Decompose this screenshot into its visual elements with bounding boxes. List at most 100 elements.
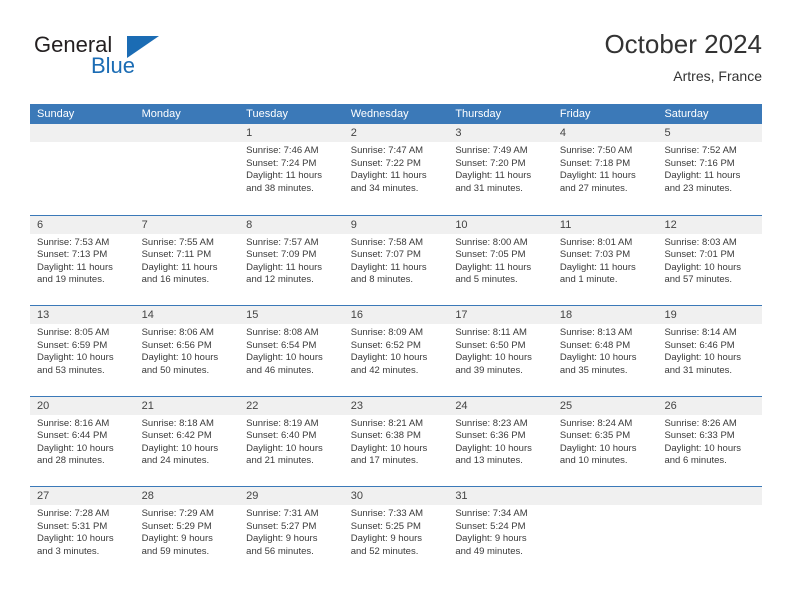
- sunrise-text: Sunrise: 8:01 AM: [559, 236, 633, 248]
- sunrise-text: Sunrise: 7:46 AM: [246, 145, 319, 156]
- sunset-text: Sunset: 6:36 PM: [455, 430, 526, 442]
- calendar-day-cell[interactable]: 21 Sunrise: 8:18 AM Sunset: 6:42 PM Dayligh…: [134, 396, 240, 486]
- sunset-text: Sunset: 7:20 PM: [455, 157, 526, 169]
- sunset-text: Sunset: 5:29 PM: [141, 520, 212, 532]
- calendar-day-cell[interactable]: 29 Sunrise: 7:31 AM Sunset: 5:27 PM Dayligh…: [239, 487, 344, 577]
- day-sun-info: Sunrise: 7:47 AM Sunset: 7:22 PM Daylight:…: [344, 142, 449, 195]
- day-number: 15: [239, 306, 344, 324]
- daylight-text-line1: Daylight: 10 hours: [350, 352, 428, 364]
- page-title: October 2024: [604, 29, 762, 59]
- sunset-text: Sunset: 6:50 PM: [455, 339, 526, 351]
- daylight-text-line2: and 3 minutes.: [37, 545, 100, 557]
- daylight-text-line1: Daylight: 11 hours: [559, 261, 636, 273]
- calendar-day-cell[interactable]: 25 Sunrise: 8:24 AM Sunset: 6:35 PM Dayligh…: [552, 396, 658, 486]
- day-sun-info: Sunrise: 7:55 AM Sunset: 7:11 PM Daylight:…: [135, 234, 240, 287]
- calendar-day-cell[interactable]: 7 Sunrise: 7:55 AM Sunset: 7:11 PM Daylight…: [134, 215, 240, 305]
- day-number: 17: [448, 306, 553, 324]
- sunset-text: Sunset: 7:05 PM: [455, 249, 526, 261]
- sunrise-text: Sunrise: 8:06 AM: [141, 327, 214, 338]
- calendar-day-cell[interactable]: 8 Sunrise: 7:57 AM Sunset: 7:09 PM Daylight…: [239, 215, 344, 305]
- calendar-day-cell[interactable]: 18 Sunrise: 8:13 AM Sunset: 6:48 PM Dayligh…: [552, 306, 658, 396]
- weekday-header-thursday: Thursday: [455, 108, 502, 120]
- calendar-day-cell[interactable]: 16 Sunrise: 8:09 AM Sunset: 6:52 PM Dayligh…: [343, 306, 449, 396]
- daylight-text-line1: Daylight: 10 hours: [350, 442, 428, 454]
- day-sun-info: Sunrise: 7:50 AM Sunset: 7:18 PM Daylight:…: [553, 142, 658, 195]
- calendar-day-cell[interactable]: 23 Sunrise: 8:21 AM Sunset: 6:38 PM Dayligh…: [343, 396, 449, 486]
- calendar-day-cell-empty: [657, 487, 763, 577]
- daylight-text-line1: Daylight: 10 hours: [455, 352, 532, 364]
- daylight-text-line2: and 59 minutes.: [141, 545, 210, 557]
- day-sun-info: Sunrise: 7:58 AM Sunset: 7:07 PM Daylight:…: [344, 234, 449, 287]
- calendar-day-cell[interactable]: 12 Sunrise: 8:03 AM Sunset: 7:01 PM Dayligh…: [657, 215, 763, 305]
- sunset-text: Sunset: 6:42 PM: [141, 430, 212, 442]
- calendar-day-cell[interactable]: 26 Sunrise: 8:26 AM Sunset: 6:33 PM Dayligh…: [657, 396, 763, 486]
- calendar-day-cell[interactable]: 14 Sunrise: 8:06 AM Sunset: 6:56 PM Dayligh…: [134, 306, 240, 396]
- day-sun-info: Sunrise: 7:33 AM Sunset: 5:25 PM Daylight:…: [344, 505, 449, 558]
- daylight-text-line2: and 31 minutes.: [455, 182, 523, 194]
- daylight-text-line2: and 53 minutes.: [37, 364, 105, 376]
- calendar-weeks: 1 Sunrise: 7:46 AM Sunset: 7:24 PM Daylight…: [30, 124, 763, 577]
- sunrise-text: Sunrise: 7:34 AM: [455, 508, 528, 519]
- sunrise-text: Sunrise: 7:50 AM: [559, 145, 633, 156]
- calendar-day-cell-empty: [552, 487, 658, 577]
- daylight-text-line2: and 24 minutes.: [141, 455, 210, 467]
- calendar-day-cell[interactable]: 24 Sunrise: 8:23 AM Sunset: 6:36 PM Dayligh…: [448, 396, 553, 486]
- calendar-day-cell[interactable]: 30 Sunrise: 7:33 AM Sunset: 5:25 PM Dayligh…: [343, 487, 449, 577]
- calendar-day-cell[interactable]: 3 Sunrise: 7:49 AM Sunset: 7:20 PM Daylight…: [448, 124, 553, 215]
- daylight-text-line1: Daylight: 10 hours: [664, 261, 742, 273]
- daylight-text-line2: and 57 minutes.: [664, 274, 733, 286]
- calendar-day-cell[interactable]: 17 Sunrise: 8:11 AM Sunset: 6:50 PM Dayligh…: [448, 306, 553, 396]
- day-sun-info: Sunrise: 8:05 AM Sunset: 6:59 PM Daylight:…: [30, 324, 135, 377]
- sunset-text: Sunset: 6:38 PM: [350, 430, 421, 442]
- daylight-text-line1: Daylight: 10 hours: [141, 352, 219, 364]
- sunset-text: Sunset: 6:35 PM: [559, 430, 631, 442]
- day-number: 16: [343, 306, 449, 324]
- sunset-text: Sunset: 5:31 PM: [37, 520, 108, 532]
- day-sun-info: Sunrise: 8:13 AM Sunset: 6:48 PM Daylight:…: [553, 324, 658, 377]
- sunrise-text: Sunrise: 8:13 AM: [559, 327, 633, 338]
- day-number: 19: [657, 306, 763, 324]
- title-block: October 2024 Artres, France: [604, 28, 762, 86]
- calendar-day-cell[interactable]: 9 Sunrise: 7:58 AM Sunset: 7:07 PM Daylight…: [343, 215, 449, 305]
- calendar-day-cell[interactable]: 1 Sunrise: 7:46 AM Sunset: 7:24 PM Daylight…: [239, 124, 344, 215]
- daylight-text-line2: and 5 minutes.: [455, 274, 518, 286]
- calendar-day-cell[interactable]: 5 Sunrise: 7:52 AM Sunset: 7:16 PM Daylight…: [657, 124, 763, 215]
- sunset-text: Sunset: 7:07 PM: [350, 249, 421, 261]
- weekday-header-saturday: Saturday: [664, 108, 709, 120]
- weekday-header-sunday: Sunday: [37, 108, 75, 120]
- sunset-text: Sunset: 7:18 PM: [559, 157, 631, 169]
- day-sun-info: Sunrise: 8:08 AM Sunset: 6:54 PM Daylight:…: [239, 324, 344, 377]
- daylight-text-line1: Daylight: 9 hours: [141, 533, 213, 545]
- calendar-day-cell[interactable]: 11 Sunrise: 8:01 AM Sunset: 7:03 PM Dayligh…: [552, 215, 658, 305]
- calendar-day-cell[interactable]: 27 Sunrise: 7:28 AM Sunset: 5:31 PM Dayligh…: [30, 487, 135, 577]
- sunset-text: Sunset: 6:48 PM: [559, 339, 631, 351]
- sunset-text: Sunset: 7:13 PM: [37, 249, 108, 261]
- daylight-text-line2: and 17 minutes.: [350, 455, 419, 467]
- calendar-day-cell[interactable]: 22 Sunrise: 8:19 AM Sunset: 6:40 PM Dayligh…: [239, 396, 344, 486]
- calendar-day-cell[interactable]: 20 Sunrise: 8:16 AM Sunset: 6:44 PM Dayligh…: [30, 396, 135, 486]
- calendar-day-cell[interactable]: 6 Sunrise: 7:53 AM Sunset: 7:13 PM Daylight…: [30, 215, 135, 305]
- day-number: 31: [448, 487, 553, 505]
- daylight-text-line1: Daylight: 10 hours: [559, 442, 637, 454]
- daylight-text-line2: and 23 minutes.: [664, 182, 733, 194]
- daylight-text-line2: and 28 minutes.: [37, 455, 105, 467]
- calendar-day-cell[interactable]: 2 Sunrise: 7:47 AM Sunset: 7:22 PM Daylight…: [343, 124, 449, 215]
- daylight-text-line2: and 39 minutes.: [455, 364, 523, 376]
- calendar-day-cell[interactable]: 4 Sunrise: 7:50 AM Sunset: 7:18 PM Daylight…: [552, 124, 658, 215]
- calendar-day-cell[interactable]: 28 Sunrise: 7:29 AM Sunset: 5:29 PM Dayligh…: [134, 487, 240, 577]
- day-number: 8: [239, 215, 344, 234]
- day-sun-info: Sunrise: 8:23 AM Sunset: 6:36 PM Daylight:…: [448, 415, 553, 468]
- daylight-text-line1: Daylight: 10 hours: [37, 442, 114, 454]
- daylight-text-line2: and 50 minutes.: [141, 364, 210, 376]
- calendar-day-cell[interactable]: 10 Sunrise: 8:00 AM Sunset: 7:05 PM Dayligh…: [448, 215, 553, 305]
- calendar-day-cell[interactable]: 15 Sunrise: 8:08 AM Sunset: 6:54 PM Dayligh…: [239, 306, 344, 396]
- calendar-day-cell[interactable]: 19 Sunrise: 8:14 AM Sunset: 6:46 PM Dayligh…: [657, 306, 763, 396]
- calendar-day-cell[interactable]: 13 Sunrise: 8:05 AM Sunset: 6:59 PM Dayligh…: [30, 306, 135, 396]
- sunrise-text: Sunrise: 7:49 AM: [455, 145, 528, 156]
- day-number: 21: [134, 396, 240, 415]
- sunset-text: Sunset: 6:44 PM: [37, 430, 108, 442]
- daylight-text-line2: and 31 minutes.: [664, 364, 733, 376]
- sunset-text: Sunset: 6:40 PM: [246, 430, 317, 442]
- calendar-day-cell[interactable]: 31 Sunrise: 7:34 AM Sunset: 5:24 PM Dayligh…: [448, 487, 553, 577]
- page-subtitle: Artres, France: [673, 68, 762, 84]
